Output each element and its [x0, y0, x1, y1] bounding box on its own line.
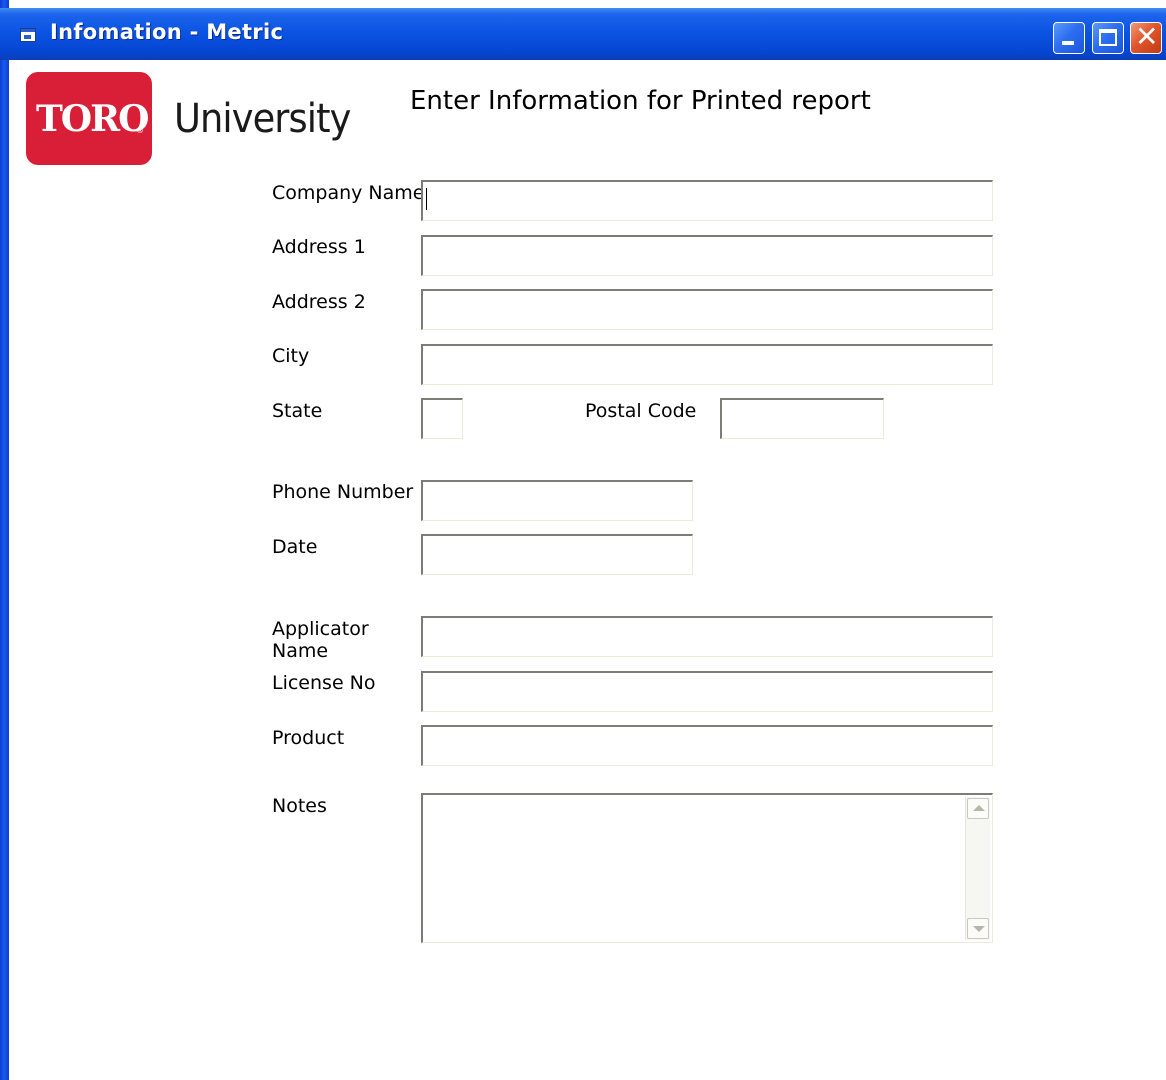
close-icon: ✕ [1135, 20, 1159, 53]
address1-field[interactable] [421, 235, 993, 276]
company-name-label: Company Name [272, 182, 425, 204]
date-field[interactable] [421, 534, 693, 575]
postal-code-input[interactable] [722, 400, 883, 438]
company-name-field[interactable] [421, 180, 993, 221]
notes-textarea[interactable] [423, 795, 992, 942]
scroll-down-arrow-icon[interactable] [967, 918, 989, 939]
phone-number-label: Phone Number [272, 481, 414, 503]
applicator-name-field[interactable] [421, 616, 993, 657]
notes-label: Notes [272, 795, 327, 817]
product-label: Product [272, 727, 345, 749]
product-field[interactable] [421, 725, 993, 766]
postal-code-field[interactable] [720, 398, 884, 439]
form-heading: Enter Information for Printed report [410, 86, 871, 116]
address2-input[interactable] [423, 291, 992, 329]
address2-field[interactable] [421, 289, 993, 330]
date-label: Date [272, 536, 318, 558]
logo-brand-text: TORO [36, 98, 149, 140]
phone-number-field[interactable] [421, 480, 693, 521]
state-field[interactable] [421, 398, 463, 439]
logo-registered-mark: ® [136, 126, 144, 135]
license-no-label: License No [272, 672, 376, 694]
title-bar[interactable]: Infomation - Metric ✕ [0, 8, 1166, 60]
maximize-icon [1099, 29, 1117, 46]
address1-input[interactable] [423, 237, 992, 275]
postal-code-label: Postal Code [585, 400, 697, 422]
scroll-up-arrow-icon[interactable] [967, 798, 989, 819]
phone-number-input[interactable] [423, 482, 692, 520]
city-label: City [272, 345, 310, 367]
info-window: Infomation - Metric ✕ TORO ® University … [0, 0, 1166, 1080]
applicator-name-label-line1: Applicator [272, 618, 369, 640]
window-title: Infomation - Metric [50, 20, 284, 44]
notes-scrollbar[interactable] [965, 797, 990, 940]
logo-subtitle: University [174, 96, 351, 142]
address1-label: Address 1 [272, 236, 366, 258]
window-left-border [0, 0, 9, 1080]
maximize-button[interactable] [1092, 22, 1124, 54]
date-input[interactable] [423, 536, 692, 574]
product-input[interactable] [423, 727, 992, 765]
minimize-icon [1062, 41, 1074, 45]
state-label: State [272, 400, 323, 422]
applicator-name-label-line2: Name [272, 640, 329, 662]
state-input[interactable] [423, 400, 462, 438]
close-button[interactable]: ✕ [1130, 20, 1162, 54]
minimize-button[interactable] [1053, 22, 1085, 54]
notes-field[interactable] [421, 793, 993, 943]
license-no-field[interactable] [421, 671, 993, 712]
address2-label: Address 2 [272, 291, 366, 313]
company-name-input[interactable] [423, 182, 992, 220]
applicator-name-input[interactable] [423, 618, 992, 656]
city-input[interactable] [423, 346, 992, 384]
city-field[interactable] [421, 344, 993, 385]
license-no-input[interactable] [423, 673, 992, 711]
app-window-icon[interactable] [20, 28, 36, 42]
toro-logo: TORO ® [26, 72, 152, 165]
